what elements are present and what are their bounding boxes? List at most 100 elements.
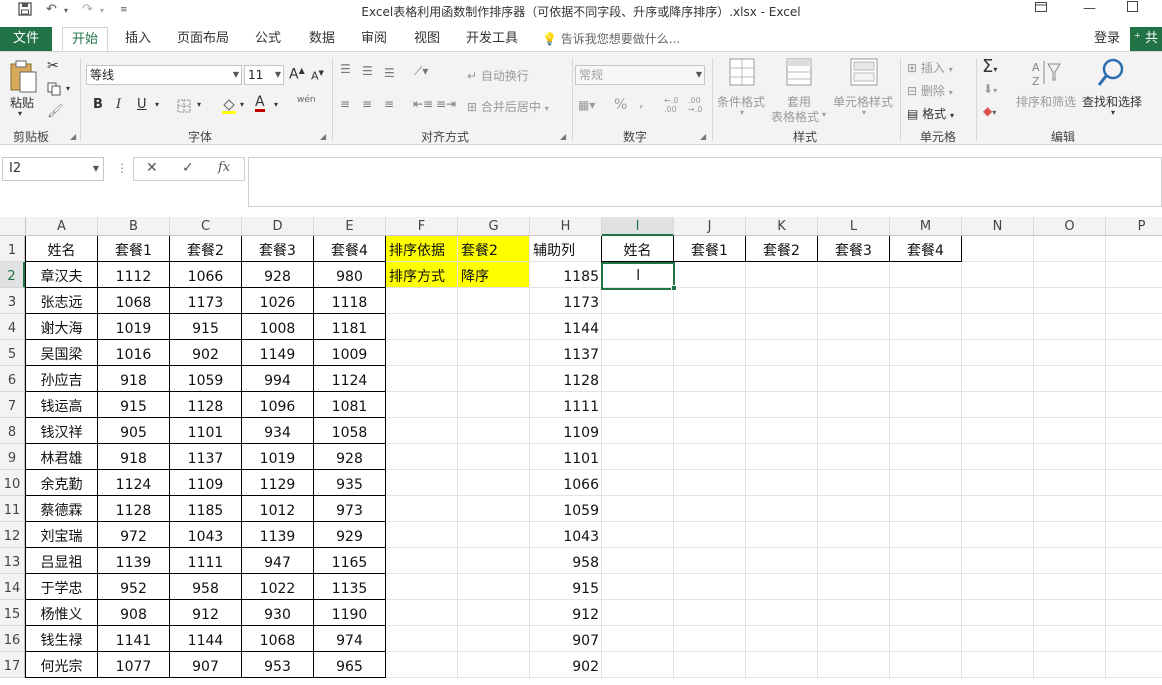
cell[interactable] <box>458 522 530 548</box>
cell[interactable] <box>890 444 962 470</box>
helper-cell[interactable]: 1059 <box>530 496 602 522</box>
cell[interactable] <box>458 600 530 626</box>
table-cell[interactable]: 907 <box>170 652 242 678</box>
cell[interactable] <box>818 314 890 340</box>
format-cells-button[interactable]: ▤ 格式 ▾ <box>907 105 954 122</box>
cell[interactable] <box>1034 652 1106 678</box>
cell[interactable] <box>386 444 458 470</box>
wrap-text-button[interactable]: ↵ 自动换行 <box>467 67 529 84</box>
decrease-decimal-button[interactable]: .00 →.0 <box>688 96 706 114</box>
table-cell[interactable]: 980 <box>314 262 386 288</box>
cell[interactable] <box>458 288 530 314</box>
table-cell[interactable]: 930 <box>242 600 314 626</box>
table-cell[interactable]: 934 <box>242 418 314 444</box>
table-cell[interactable]: 974 <box>314 626 386 652</box>
table-cell[interactable]: 1128 <box>98 496 170 522</box>
cell[interactable] <box>386 470 458 496</box>
column-header-i[interactable]: I <box>602 217 674 236</box>
cell[interactable] <box>458 574 530 600</box>
cell[interactable] <box>1106 496 1162 522</box>
cell[interactable] <box>818 652 890 678</box>
cell[interactable] <box>890 574 962 600</box>
cell[interactable] <box>602 340 674 366</box>
cell[interactable] <box>386 600 458 626</box>
helper-cell[interactable]: 1109 <box>530 418 602 444</box>
cell[interactable] <box>458 652 530 678</box>
name-box[interactable]: I2 ▼ <box>2 157 104 181</box>
cell[interactable] <box>818 574 890 600</box>
table-cell[interactable]: 1096 <box>242 392 314 418</box>
table-header-cell[interactable]: 姓名 <box>26 236 98 262</box>
accounting-format-icon[interactable]: ▦▾ <box>578 98 595 112</box>
cell[interactable] <box>890 626 962 652</box>
cell[interactable] <box>602 574 674 600</box>
table-cell[interactable]: 1137 <box>170 444 242 470</box>
cell[interactable] <box>602 652 674 678</box>
table-cell[interactable]: 章汉夫 <box>26 262 98 288</box>
cell[interactable] <box>674 392 746 418</box>
clear-icon[interactable]: ◆▾ <box>983 104 996 118</box>
tab-review[interactable]: 审阅 <box>354 27 394 51</box>
cell[interactable] <box>674 314 746 340</box>
ribbon-display-icon[interactable] <box>1035 1 1047 16</box>
column-header-g[interactable]: G <box>458 217 530 236</box>
table-cell[interactable]: 1124 <box>314 366 386 392</box>
table-cell[interactable]: 1129 <box>242 470 314 496</box>
cell[interactable] <box>962 340 1034 366</box>
table-cell[interactable]: 张志远 <box>26 288 98 314</box>
table-cell[interactable]: 谢大海 <box>26 314 98 340</box>
table-cell[interactable]: 1058 <box>314 418 386 444</box>
table-cell[interactable]: 965 <box>314 652 386 678</box>
cell[interactable] <box>602 548 674 574</box>
cell[interactable] <box>1034 392 1106 418</box>
cell[interactable] <box>386 418 458 444</box>
cell[interactable] <box>890 522 962 548</box>
comma-button[interactable]: , <box>639 95 643 111</box>
cell[interactable] <box>962 548 1034 574</box>
cell[interactable] <box>962 574 1034 600</box>
cell[interactable] <box>1106 262 1162 288</box>
cell[interactable] <box>962 496 1034 522</box>
cell[interactable] <box>890 288 962 314</box>
maximize-icon[interactable] <box>1127 1 1138 16</box>
table-cell[interactable]: 1077 <box>98 652 170 678</box>
cell[interactable] <box>1034 418 1106 444</box>
cut-icon[interactable]: ✂ <box>47 58 59 74</box>
row-header-2[interactable]: 2 <box>0 262 25 288</box>
tab-view[interactable]: 视图 <box>407 27 447 51</box>
column-header-l[interactable]: L <box>818 217 890 236</box>
table-cell[interactable]: 1135 <box>314 574 386 600</box>
select-all-corner[interactable] <box>0 217 26 236</box>
underline-button[interactable]: U <box>137 97 147 112</box>
cell[interactable] <box>602 366 674 392</box>
tab-developer[interactable]: 开发工具 <box>460 27 524 51</box>
sort-filter-button[interactable]: 排序和筛选 <box>1016 93 1076 110</box>
cell[interactable] <box>386 314 458 340</box>
cell[interactable] <box>674 626 746 652</box>
cell[interactable] <box>458 418 530 444</box>
cell[interactable] <box>602 496 674 522</box>
cell[interactable] <box>1106 626 1162 652</box>
table-cell[interactable]: 994 <box>242 366 314 392</box>
conditional-format-icon[interactable] <box>729 58 755 89</box>
cell[interactable] <box>962 444 1034 470</box>
table-header-cell[interactable]: 套餐3 <box>242 236 314 262</box>
column-header-c[interactable]: C <box>170 217 242 236</box>
column-header-e[interactable]: E <box>314 217 386 236</box>
table-cell[interactable]: 蔡德霖 <box>26 496 98 522</box>
cell[interactable] <box>386 496 458 522</box>
cell[interactable] <box>602 288 674 314</box>
row-header-3[interactable]: 3 <box>0 288 25 314</box>
cell[interactable] <box>602 444 674 470</box>
cell[interactable] <box>1034 366 1106 392</box>
cell[interactable] <box>890 600 962 626</box>
table-cell[interactable]: 952 <box>98 574 170 600</box>
paste-dropdown-icon[interactable]: ▾ <box>18 109 22 118</box>
table-cell[interactable]: 1043 <box>170 522 242 548</box>
cell[interactable] <box>458 444 530 470</box>
cell[interactable] <box>674 600 746 626</box>
cell[interactable] <box>890 366 962 392</box>
table-cell[interactable]: 吴国梁 <box>26 340 98 366</box>
phonetic-guide-icon[interactable]: wén <box>297 95 316 105</box>
table-cell[interactable]: 1109 <box>170 470 242 496</box>
